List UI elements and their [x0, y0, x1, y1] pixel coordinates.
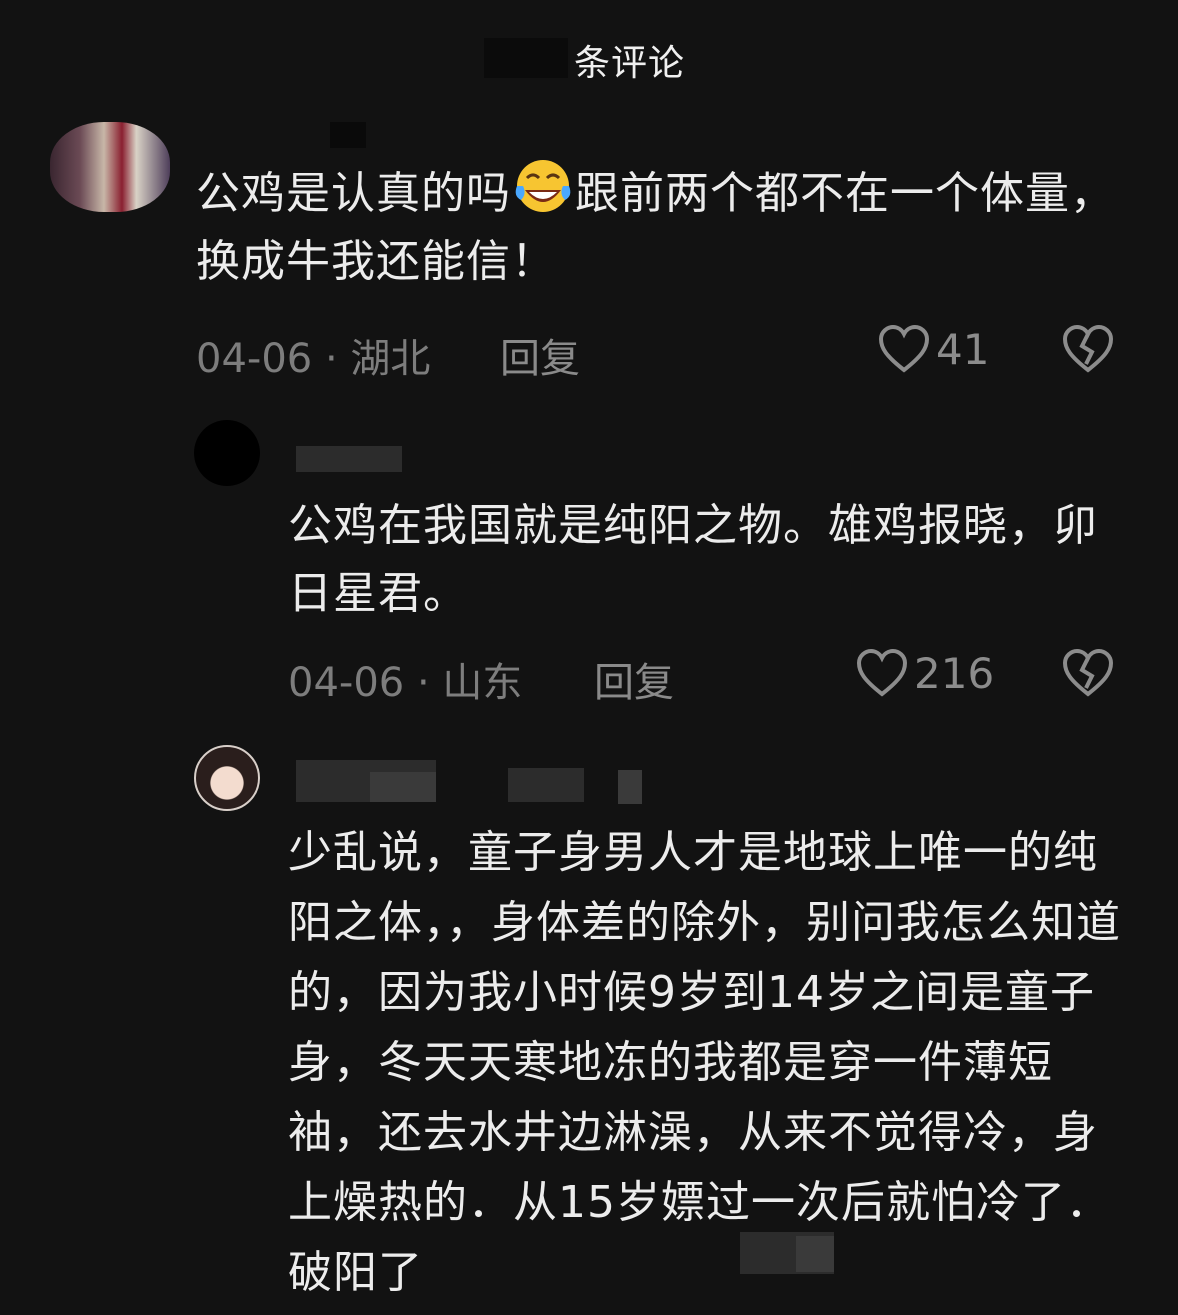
dislike-button[interactable]	[1062, 324, 1114, 378]
comments-header: 条评论	[0, 30, 1178, 90]
username-redacted	[296, 446, 402, 472]
comment-count-redacted	[484, 38, 568, 78]
username-redacted	[370, 772, 436, 802]
comment-text-1: 公鸡是认真的吗 跟前两个都不在一个体量，换成牛我还能信！	[196, 160, 1116, 296]
comment-meta-2: 04-06 · 山东	[288, 660, 523, 706]
like-button[interactable]: 216	[856, 648, 994, 698]
dislike-button[interactable]	[1062, 648, 1114, 702]
comment-text-2: 公鸡在我国就是纯阳之物。雄鸡报晓，卯日星君。	[288, 500, 1098, 619]
like-count: 216	[914, 648, 995, 698]
username-redacted	[618, 770, 642, 804]
laughing-crying-emoji-icon	[515, 160, 571, 212]
comment-meta-1: 04-06 · 湖北	[196, 336, 431, 382]
username-redacted	[330, 122, 366, 148]
broken-heart-icon	[1062, 648, 1114, 697]
comments-title: 条评论	[574, 43, 686, 84]
avatar[interactable]	[50, 122, 170, 212]
reply-button[interactable]: 回复	[500, 326, 580, 384]
avatar[interactable]	[194, 745, 260, 811]
redacted-content	[796, 1236, 834, 1272]
heart-icon	[856, 648, 908, 697]
comment-text-3: 少乱说，童子身男人才是地球上唯一的纯阳之体，，身体差的除外，别问我怎么知道的，因…	[288, 827, 1121, 1298]
reply-button[interactable]: 回复	[594, 650, 674, 708]
broken-heart-icon	[1062, 324, 1114, 373]
username-redacted	[508, 768, 584, 802]
like-count: 41	[936, 324, 990, 374]
like-button[interactable]: 41	[878, 324, 989, 374]
heart-icon	[878, 324, 930, 373]
avatar[interactable]	[194, 420, 260, 486]
